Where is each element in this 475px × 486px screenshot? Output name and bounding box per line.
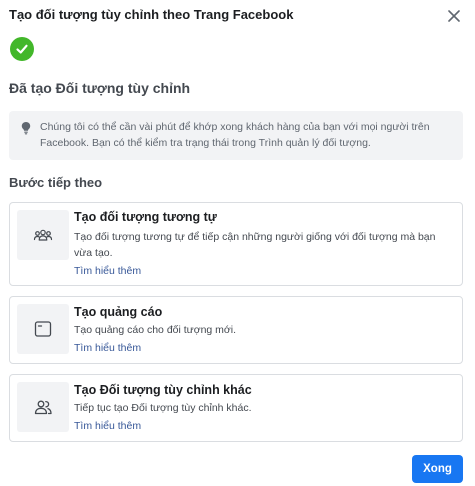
success-check-icon: [10, 37, 34, 61]
people-group-icon: [33, 229, 53, 241]
another-custom-audience-card[interactable]: Tạo Đối tượng tùy chỉnh khác Tiếp tục tạ…: [9, 374, 463, 442]
lightbulb-icon: [21, 122, 31, 135]
close-icon: [448, 10, 460, 22]
card-description: Tạo đối tượng tương tự để tiếp cận những…: [74, 231, 436, 259]
create-ad-card[interactable]: Tạo quảng cáo Tạo quảng cáo cho đối tượn…: [9, 296, 463, 364]
card-title: Tạo quảng cáo: [74, 305, 163, 319]
card-title: Tạo Đối tượng tùy chỉnh khác: [74, 383, 252, 397]
ad-window-icon: [34, 321, 52, 337]
card-title: Tạo đối tượng tương tự: [74, 210, 217, 224]
custom-audience-dialog: Tạo đối tượng tùy chỉnh theo Trang Faceb…: [0, 0, 475, 486]
next-steps-title: Bước tiếp theo: [9, 175, 103, 190]
dialog-title: Tạo đối tượng tùy chỉnh theo Trang Faceb…: [9, 7, 294, 22]
card-description: Tạo quảng cáo cho đối tượng mới.: [74, 324, 237, 336]
learn-more-link[interactable]: Tìm hiểu thêm: [74, 265, 141, 277]
learn-more-link[interactable]: Tìm hiểu thêm: [74, 342, 141, 354]
lookalike-audience-card[interactable]: Tạo đối tượng tương tự Tạo đối tượng tươ…: [9, 202, 463, 286]
people-pair-icon: [34, 400, 52, 415]
card-description: Tiếp tục tạo Đối tượng tùy chỉnh khác.: [74, 402, 252, 414]
info-text: Chúng tôi có thể cần vài phút để khớp xo…: [40, 121, 430, 149]
done-button[interactable]: Xong: [412, 455, 463, 483]
close-button[interactable]: [444, 6, 464, 26]
learn-more-link[interactable]: Tìm hiểu thêm: [74, 420, 141, 432]
info-notice: Chúng tôi có thể cần vài phút để khớp xo…: [9, 111, 463, 160]
status-title: Đã tạo Đối tượng tùy chỉnh: [9, 80, 191, 96]
